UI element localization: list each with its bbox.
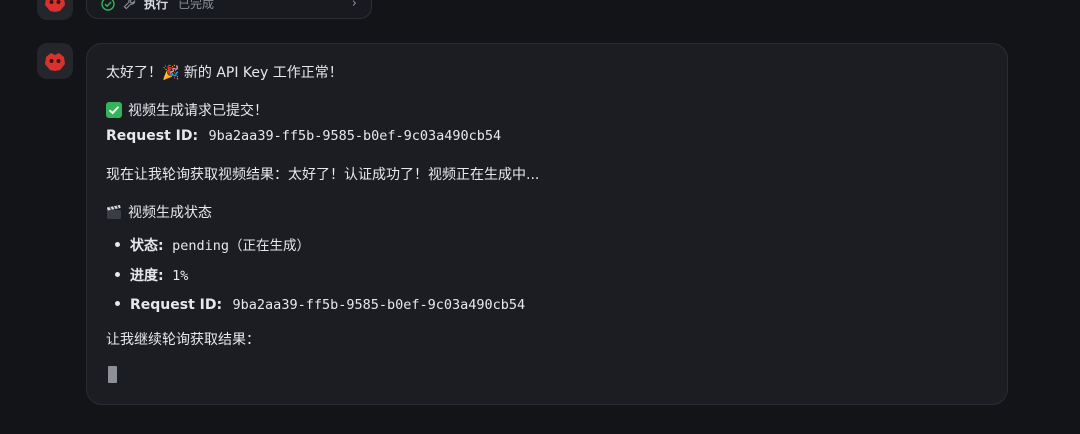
status-heading: 视频生成状态: [106, 203, 212, 223]
continue-text: 让我继续轮询获取结果：: [106, 332, 260, 348]
request-id-label: Request ID:: [106, 128, 199, 144]
request-id-line: Request ID: 9ba2aa39-ff5b-9585-b0ef-9c03…: [106, 126, 501, 146]
greeting-text: 太好了！🎉 新的 API Key 工作正常！: [106, 65, 343, 81]
request-id-value: 9ba2aa39-ff5b-9585-b0ef-9c03a490cb54: [208, 128, 502, 144]
list-item: Request ID: 9ba2aa39-ff5b-9585-b0ef-9c03…: [115, 295, 525, 315]
assistant-message: 太好了！🎉 新的 API Key 工作正常！ 视频生成请求已提交！ Reques…: [86, 43, 1008, 405]
bullet: [115, 301, 120, 306]
assistant-avatar: [37, 0, 73, 20]
status-heading-text: 视频生成状态: [128, 205, 212, 221]
progress-value: 1%: [172, 268, 189, 284]
request-id-label: Request ID:: [130, 297, 223, 313]
tool-call-card[interactable]: 执行 已完成 ›: [86, 0, 372, 19]
chat-view: 执行 已完成 › 太好了！🎉 新的 API Key 工作正常！ 视频生成请求已提…: [0, 0, 1080, 434]
robot-mascot-icon: [45, 53, 65, 71]
request-id-value: 9ba2aa39-ff5b-9585-b0ef-9c03a490cb54: [232, 297, 526, 313]
tool-name: 执行: [144, 0, 169, 11]
bullet: [115, 272, 120, 277]
list-item: 进度: 1%: [115, 266, 188, 286]
list-item: 状态: pending（正在生成）: [115, 236, 310, 256]
bullet: [115, 242, 120, 247]
typing-cursor: [108, 366, 117, 383]
assistant-avatar: [37, 43, 73, 79]
submitted-text: 视频生成请求已提交！: [128, 103, 268, 119]
wrench-icon: [123, 0, 136, 10]
tool-status: 已完成: [178, 0, 215, 11]
status-label: 状态:: [130, 238, 164, 254]
chevron-right-icon[interactable]: ›: [352, 0, 357, 11]
check-mark-icon: [106, 102, 122, 118]
status-value: pending（正在生成）: [172, 238, 310, 254]
clapper-board-icon: [107, 205, 121, 219]
progress-label: 进度:: [130, 268, 164, 284]
submitted-line: 视频生成请求已提交！: [106, 101, 268, 121]
robot-mascot-icon: [45, 0, 65, 12]
polling-text: 现在让我轮询获取视频结果：太好了！认证成功了！视频正在生成中...: [106, 167, 540, 183]
check-circle-icon: [101, 0, 115, 11]
